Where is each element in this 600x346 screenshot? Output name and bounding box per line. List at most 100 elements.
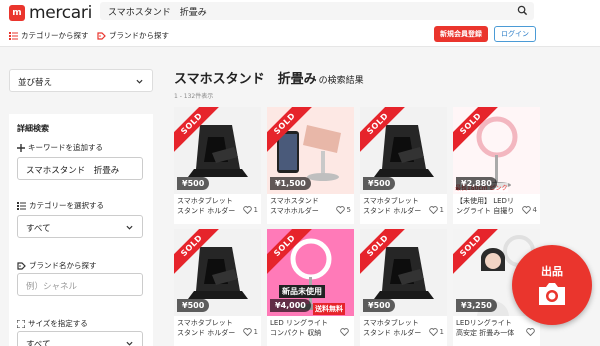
product-name[interactable]: LED リングライト コンパクト 収納: [270, 318, 332, 338]
like-button[interactable]: 4: [521, 206, 537, 214]
like-button[interactable]: [340, 328, 351, 336]
overlay-text-2: 送料無料: [313, 303, 345, 315]
price-tag: ¥4,000: [270, 299, 311, 312]
keyword-label: キーワードを追加する: [17, 142, 103, 153]
heart-icon: [428, 328, 438, 336]
like-count: 4: [532, 206, 537, 214]
signup-button[interactable]: 新規会員登録: [434, 26, 488, 42]
product-card[interactable]: SOLD¥500スマホタブレットスタンド ホルダー ipad 1: [174, 229, 261, 346]
overlay-text: 新品未使用: [279, 285, 325, 298]
like-count: 1: [439, 206, 444, 214]
heart-icon: [428, 206, 438, 214]
product-image[interactable]: SOLD ¥500: [174, 107, 261, 194]
product-card[interactable]: 最長180cm ピンクSOLD¥2,880【未使用】 LEDリングライト 自撮り…: [453, 107, 540, 224]
product-image[interactable]: SOLD ¥1,500: [267, 107, 354, 194]
size-label: サイズを指定する: [17, 318, 88, 329]
heart-icon: [242, 328, 252, 336]
brand-label: ブランド名から探す: [17, 260, 97, 271]
price-tag: ¥500: [177, 177, 210, 190]
size-value: すべて: [26, 340, 51, 346]
price-tag: ¥1,500: [270, 177, 311, 190]
results-count: 1 - 132件表示: [174, 93, 214, 100]
like-button[interactable]: 5: [335, 206, 351, 214]
chevron-down-icon: [126, 225, 133, 230]
advanced-search-panel: 詳細検索 キーワードを追加する スマホスタンド 折畳み カテゴリーを選択する す…: [9, 114, 153, 346]
like-button[interactable]: [526, 328, 537, 336]
keyword-input[interactable]: スマホスタンド 折畳み: [17, 157, 143, 180]
logo-mark-icon: m: [9, 5, 25, 21]
heart-icon: [521, 206, 531, 214]
brand-input[interactable]: 例）シャネル: [17, 273, 143, 296]
keyword-value: スマホスタンド 折畳み: [26, 166, 120, 176]
heart-icon: [242, 206, 252, 214]
like-button[interactable]: 1: [242, 328, 258, 336]
product-name[interactable]: 【未使用】 LEDリングライト 自撮り: [456, 196, 518, 216]
product-name[interactable]: LEDリングライト 高安定 折畳み一体型: [456, 318, 518, 338]
sell-label: 出品: [541, 265, 563, 278]
size-icon: [17, 319, 25, 328]
product-card[interactable]: SOLD¥500スマホタブレットスタンド ホルダー ipad 1: [174, 107, 261, 224]
product-image[interactable]: SOLD ¥500: [360, 107, 447, 194]
chevron-down-icon: [136, 79, 143, 84]
heart-icon: [340, 328, 349, 336]
mercari-logo[interactable]: m mercari: [9, 3, 92, 23]
plus-icon: [17, 143, 25, 152]
brand-nav-label: ブランドから探す: [109, 31, 169, 40]
keyword-label-text: キーワードを追加する: [28, 143, 103, 152]
search-icon[interactable]: [517, 5, 528, 16]
price-tag: ¥500: [177, 299, 210, 312]
size-select[interactable]: すべて: [17, 331, 143, 346]
search-input[interactable]: スマホスタンド 折畳み: [100, 2, 534, 20]
list-icon: [17, 201, 26, 210]
product-image[interactable]: SOLD ¥500: [174, 229, 261, 316]
tag-icon: [97, 31, 106, 40]
list-icon: [9, 31, 18, 40]
product-image[interactable]: SOLD ¥500: [360, 229, 447, 316]
category-label: カテゴリーを選択する: [17, 200, 104, 211]
sort-label: 並び替え: [18, 78, 53, 88]
category-label-text: カテゴリーを選択する: [29, 201, 104, 210]
like-count: 5: [346, 206, 351, 214]
category-nav-label: カテゴリーから探す: [21, 31, 89, 40]
price-tag: ¥3,250: [456, 299, 497, 312]
like-button[interactable]: 1: [428, 206, 444, 214]
search-value: スマホスタンド 折畳み: [108, 8, 207, 18]
login-button[interactable]: ログイン: [494, 26, 536, 42]
product-card[interactable]: 新品未使用 送料無料 SOLD ¥4,000 LED リングライト コンパクト 収納: [267, 229, 354, 346]
price-tag: ¥500: [363, 299, 396, 312]
like-button[interactable]: 1: [242, 206, 258, 214]
header: m mercari スマホスタンド 折畳み カテゴリーから探す ブランドから探す…: [0, 0, 600, 47]
product-name[interactable]: スマホスタンド スマホホルダー: [270, 196, 332, 216]
product-name[interactable]: スマホタブレットスタンド ホルダー ipad: [363, 196, 425, 216]
advanced-search-title: 詳細検索: [17, 124, 49, 133]
product-card[interactable]: SOLD ¥1,500 スマホスタンド スマホホルダー 5: [267, 107, 354, 224]
results-suffix: の検索結果: [318, 76, 364, 86]
sell-button[interactable]: 出品: [512, 245, 592, 325]
price-tag: ¥2,880: [456, 177, 497, 190]
chevron-down-icon: [126, 341, 133, 346]
product-card[interactable]: SOLD¥500スマホタブレットスタンド ホルダー ipad 1: [360, 107, 447, 224]
product-image[interactable]: 新品未使用 送料無料 SOLD ¥4,000: [267, 229, 354, 316]
sort-select[interactable]: 並び替え: [9, 69, 153, 92]
camera-icon: [539, 283, 565, 305]
product-image[interactable]: 最長180cm ピンクSOLD¥2,880: [453, 107, 540, 194]
like-count: 1: [253, 206, 258, 214]
brand-nav-link[interactable]: ブランドから探す: [97, 30, 169, 41]
product-name[interactable]: スマホタブレットスタンド ホルダー ipad: [363, 318, 425, 338]
product-card[interactable]: SOLD¥500スマホタブレットスタンド ホルダー ipad 1: [360, 229, 447, 346]
results-query: スマホスタンド 折畳み: [174, 72, 317, 87]
product-name[interactable]: スマホタブレットスタンド ホルダー ipad: [177, 196, 239, 216]
heart-icon: [526, 328, 535, 336]
brand-label-text: ブランド名から探す: [29, 261, 97, 270]
like-count: 1: [439, 328, 444, 336]
logo-text: mercari: [29, 3, 93, 23]
category-select[interactable]: すべて: [17, 215, 143, 238]
like-count: 1: [253, 328, 258, 336]
price-tag: ¥500: [363, 177, 396, 190]
size-label-text: サイズを指定する: [28, 319, 88, 328]
product-name[interactable]: スマホタブレットスタンド ホルダー ipad: [177, 318, 239, 338]
like-button[interactable]: 1: [428, 328, 444, 336]
brand-placeholder: 例）シャネル: [26, 282, 78, 292]
category-value: すべて: [26, 224, 51, 234]
category-nav-link[interactable]: カテゴリーから探す: [9, 30, 89, 41]
